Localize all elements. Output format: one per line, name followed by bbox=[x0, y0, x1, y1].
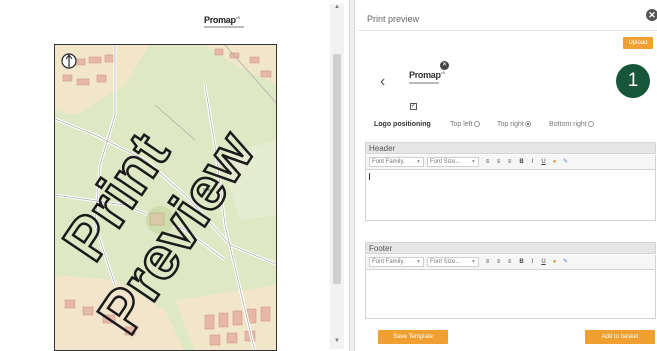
font-family-select[interactable]: Font Family. ▼ bbox=[369, 157, 424, 167]
font-size-value: Font Size... bbox=[430, 259, 461, 265]
logo-tagline bbox=[409, 82, 439, 84]
chevron-down-icon: ▼ bbox=[471, 259, 476, 265]
font-size-select[interactable]: Font Size... ▼ bbox=[427, 157, 479, 167]
logo-thumbnail: Promapv5 bbox=[409, 70, 449, 96]
logo-positioning-label: Logo positioning bbox=[374, 121, 431, 128]
align-center-icon[interactable]: ≡ bbox=[494, 258, 503, 266]
align-right-icon[interactable]: ≡ bbox=[505, 158, 514, 166]
italic-button[interactable]: I bbox=[528, 258, 537, 266]
preview-scrollbar[interactable]: ▲ ▼ bbox=[330, 4, 344, 349]
radio-icon[interactable] bbox=[524, 121, 531, 128]
header-section-title: Header bbox=[365, 142, 656, 154]
option-label: Top right bbox=[497, 121, 524, 128]
header-editor[interactable] bbox=[365, 169, 656, 221]
chevron-down-icon: ▼ bbox=[471, 159, 476, 165]
close-icon[interactable]: ✕ bbox=[646, 9, 657, 21]
print-preview-pane: Promapv5 Park Print Preview ▲ ▼ bbox=[0, 0, 346, 351]
print-preview-watermark: Print Preview bbox=[49, 118, 269, 346]
footer-section-title: Footer bbox=[365, 242, 656, 254]
align-right-icon[interactable]: ≡ bbox=[505, 258, 514, 266]
font-family-value: Font Family. bbox=[372, 159, 405, 165]
chevron-down-icon: ▼ bbox=[416, 159, 421, 165]
font-family-value: Font Family. bbox=[372, 259, 405, 265]
underline-button[interactable]: U bbox=[539, 258, 548, 266]
scroll-thumb[interactable] bbox=[333, 54, 341, 284]
step-number-badge: 1 bbox=[616, 64, 650, 98]
footer-editor[interactable] bbox=[365, 269, 656, 319]
logo-checkbox[interactable]: ✓ bbox=[410, 103, 417, 110]
italic-button[interactable]: I bbox=[528, 158, 537, 166]
font-size-value: Font Size... bbox=[430, 159, 461, 165]
font-size-select[interactable]: Font Size... ▼ bbox=[427, 257, 479, 267]
text-color-icon[interactable]: ● bbox=[550, 158, 559, 166]
scroll-up-icon[interactable]: ▲ bbox=[333, 4, 341, 12]
bold-button[interactable]: B bbox=[517, 258, 526, 266]
bold-button[interactable]: B bbox=[517, 158, 526, 166]
option-label: Top left bbox=[450, 121, 473, 128]
panel-title: Print preview bbox=[367, 14, 420, 24]
link-icon[interactable]: ✎ bbox=[561, 158, 570, 166]
align-left-icon[interactable]: ≡ bbox=[483, 158, 492, 166]
text-caret bbox=[369, 173, 370, 180]
print-preview-panel: Print preview ✕ Upload 1 ‹ Promapv5 ✕ ✓ … bbox=[358, 0, 657, 351]
chevron-down-icon: ▼ bbox=[416, 259, 421, 265]
position-option-top-right[interactable]: Top right bbox=[497, 121, 531, 128]
position-option-top-left[interactable]: Top left bbox=[450, 121, 480, 128]
scroll-down-icon[interactable]: ▼ bbox=[333, 338, 341, 346]
save-template-button[interactable]: Save Template bbox=[378, 330, 448, 344]
font-family-select[interactable]: Font Family. ▼ bbox=[369, 257, 424, 267]
title-divider bbox=[358, 30, 657, 31]
chevron-left-icon[interactable]: ‹ bbox=[380, 74, 385, 90]
position-option-bottom-right[interactable]: Bottom right bbox=[549, 121, 594, 128]
pane-divider[interactable] bbox=[349, 0, 355, 351]
remove-logo-icon[interactable]: ✕ bbox=[440, 61, 449, 70]
align-left-icon[interactable]: ≡ bbox=[483, 258, 492, 266]
option-label: Bottom right bbox=[549, 121, 587, 128]
underline-button[interactable]: U bbox=[539, 158, 548, 166]
header-toolbar: Font Family. ▼ Font Size... ▼ ≡ ≡ ≡ B I U … bbox=[365, 155, 656, 169]
upload-button[interactable]: Upload bbox=[623, 37, 653, 49]
radio-icon[interactable] bbox=[473, 121, 480, 128]
text-color-icon[interactable]: ● bbox=[550, 258, 559, 266]
radio-icon[interactable] bbox=[587, 121, 594, 128]
align-center-icon[interactable]: ≡ bbox=[494, 158, 503, 166]
logo-brand-sup: v5 bbox=[440, 70, 445, 75]
logo-brand-text: Promap bbox=[409, 70, 441, 80]
link-icon[interactable]: ✎ bbox=[561, 258, 570, 266]
footer-toolbar: Font Family. ▼ Font Size... ▼ ≡ ≡ ≡ B I U … bbox=[365, 255, 656, 269]
add-to-basket-button[interactable]: Add to basket bbox=[585, 330, 655, 344]
